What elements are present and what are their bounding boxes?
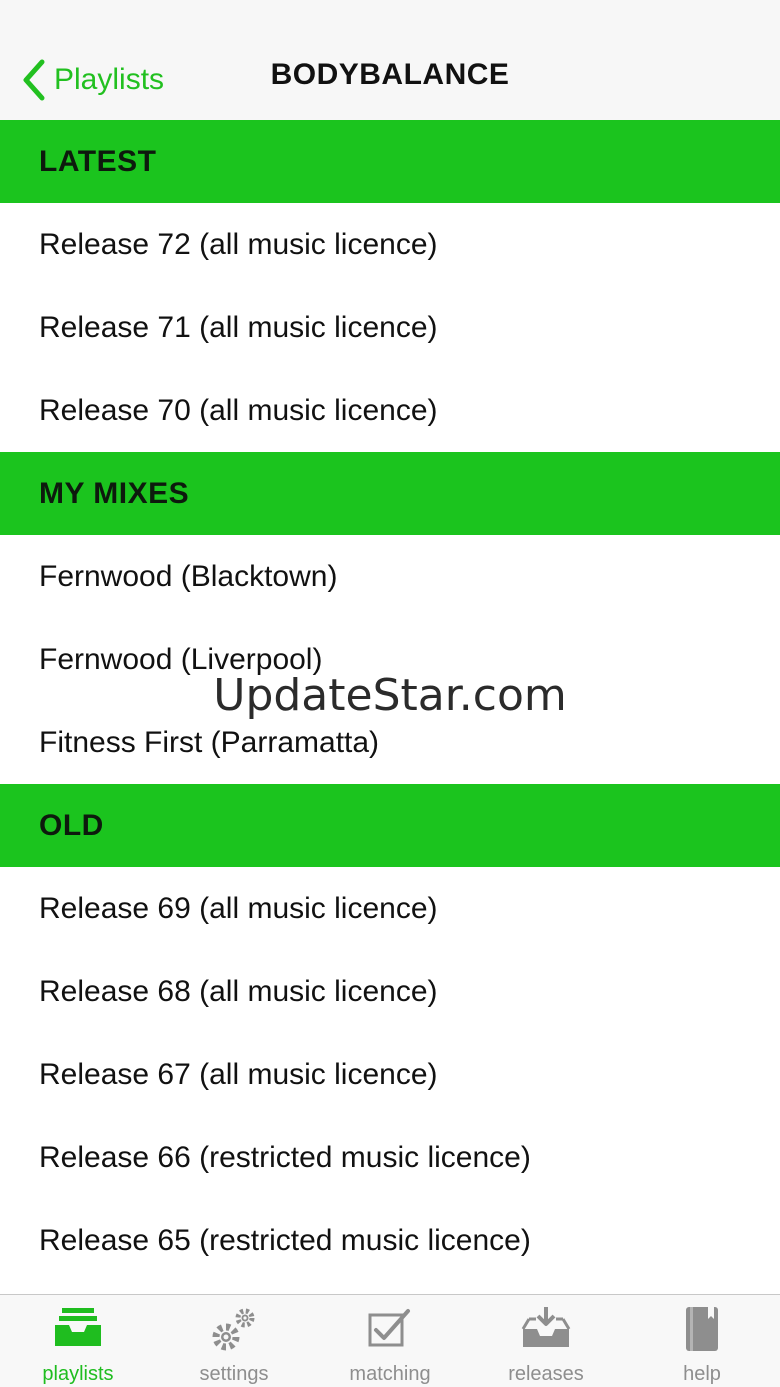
tab-releases-label: releases <box>508 1363 584 1385</box>
gears-icon <box>212 1308 255 1351</box>
tab-bar: playlists settings matching releases hel… <box>0 1294 780 1387</box>
tab-playlists-label: playlists <box>42 1363 114 1385</box>
page-title: BODYBALANCE <box>270 58 510 91</box>
tab-settings-label: settings <box>199 1363 269 1385</box>
section-header-my-mixes: MY MIXES <box>0 452 780 535</box>
list-item[interactable]: Release 66 (restricted music licence) <box>0 1116 780 1199</box>
navigation-bar: Playlists BODYBALANCE <box>0 0 780 120</box>
tab-matching[interactable]: matching <box>312 1295 468 1387</box>
download-tray-icon <box>521 1307 571 1347</box>
book-icon <box>686 1307 718 1351</box>
tab-help-label: help <box>683 1363 721 1385</box>
checkbox-pen-icon <box>368 1309 410 1347</box>
playlist-list: LATEST Release 72 (all music licence) Re… <box>0 120 780 1282</box>
list-item[interactable]: Release 67 (all music licence) <box>0 1033 780 1116</box>
tab-help[interactable]: help <box>624 1295 780 1387</box>
list-item[interactable]: Release 69 (all music licence) <box>0 867 780 950</box>
list-item[interactable]: Fernwood (Liverpool) <box>0 618 780 701</box>
list-item[interactable]: Fernwood (Blacktown) <box>0 535 780 618</box>
section-header-latest: LATEST <box>0 120 780 203</box>
list-item[interactable]: Release 71 (all music licence) <box>0 286 780 369</box>
list-item[interactable]: Release 68 (all music licence) <box>0 950 780 1033</box>
tab-matching-label: matching <box>349 1363 431 1385</box>
list-item[interactable]: Release 72 (all music licence) <box>0 203 780 286</box>
list-item[interactable]: Fitness First (Parramatta) <box>0 701 780 784</box>
list-item[interactable]: Release 70 (all music licence) <box>0 369 780 452</box>
tab-settings[interactable]: settings <box>156 1295 312 1387</box>
tab-playlists[interactable]: playlists <box>0 1295 156 1387</box>
section-header-old: OLD <box>0 784 780 867</box>
inbox-tray-icon <box>55 1308 101 1346</box>
tab-releases[interactable]: releases <box>468 1295 624 1387</box>
list-item[interactable]: Release 65 (restricted music licence) <box>0 1199 780 1282</box>
